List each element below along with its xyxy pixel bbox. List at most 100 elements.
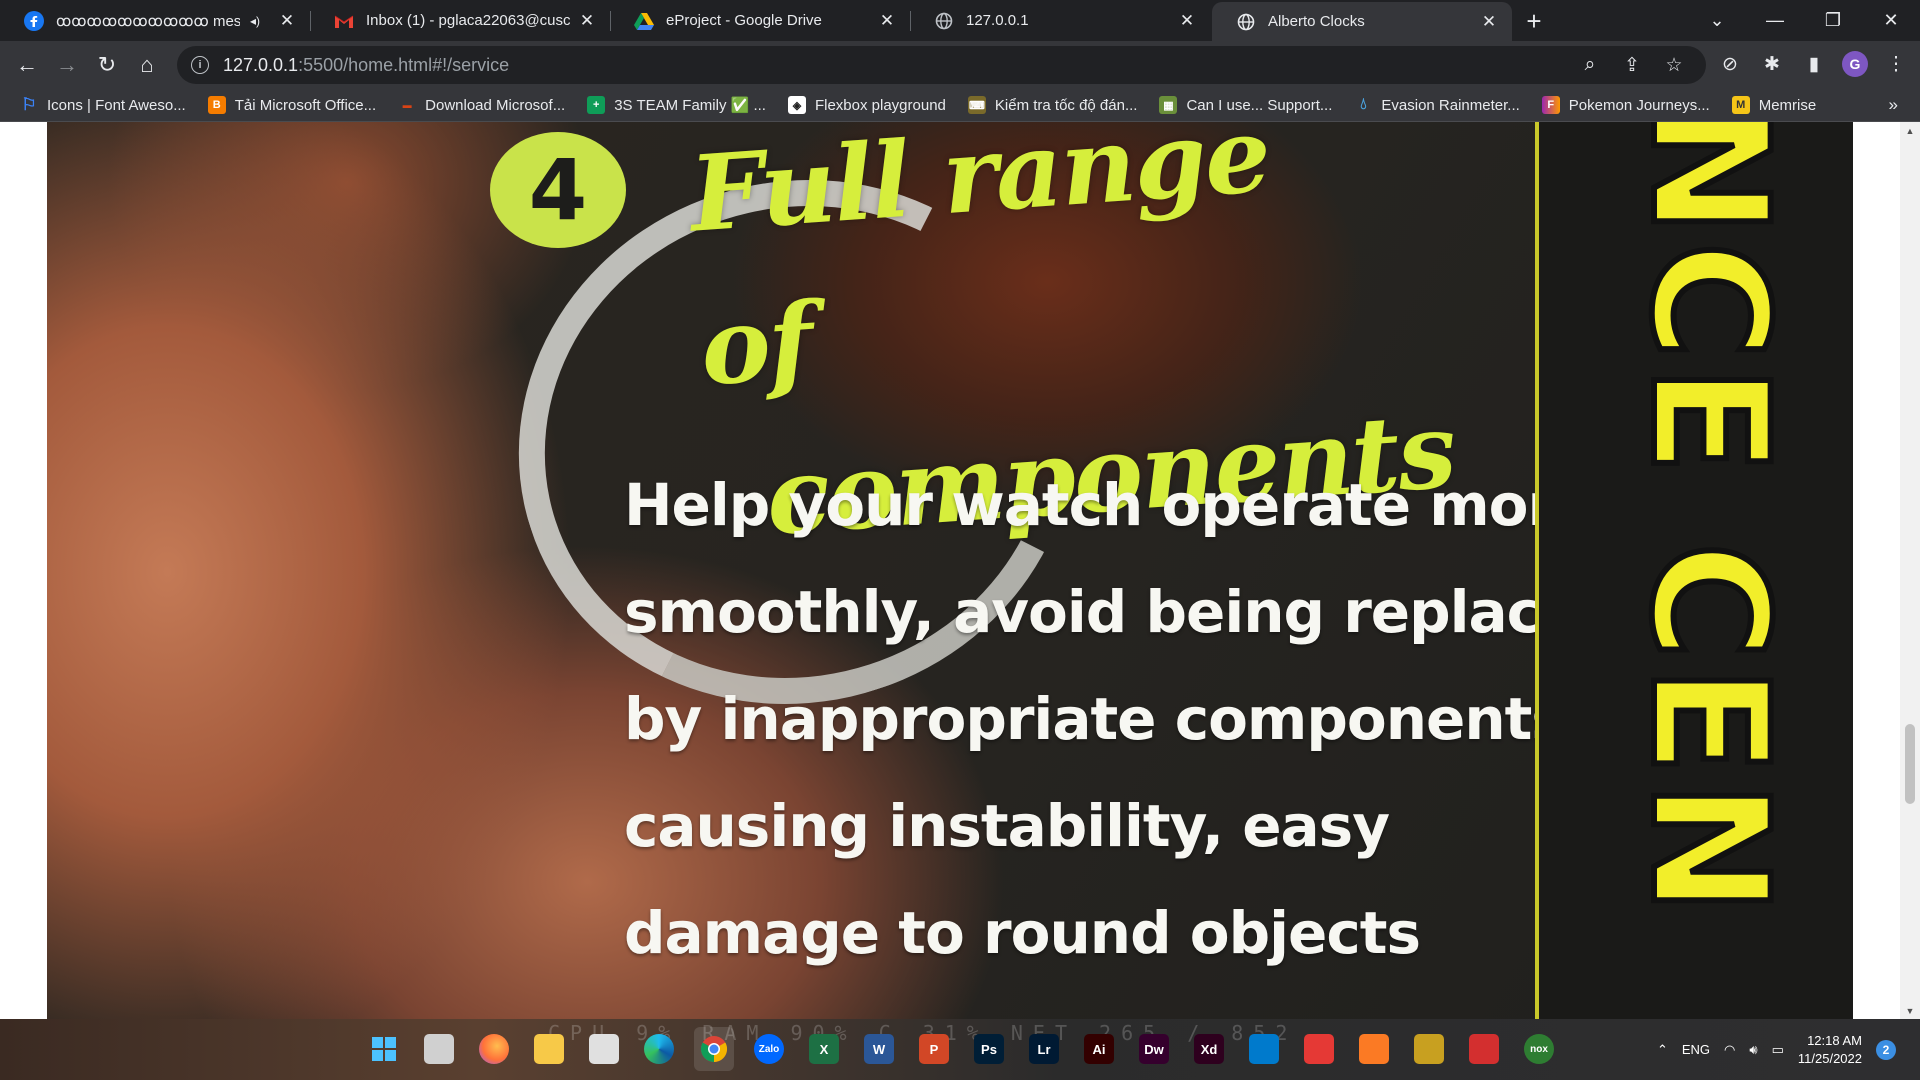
menu-icon[interactable]: ⋮ bbox=[1882, 50, 1910, 78]
close-window-button[interactable]: ✕ bbox=[1862, 0, 1920, 41]
scroll-down-arrow[interactable]: ▼ bbox=[1900, 1002, 1920, 1019]
blogger-icon: B bbox=[207, 96, 226, 114]
home-button[interactable]: ⌂ bbox=[132, 50, 162, 80]
side-panel: NCE CEN bbox=[1539, 122, 1853, 1019]
bookmark-pokemon[interactable]: F Pokemon Journeys... bbox=[1541, 96, 1710, 114]
taskbar-app[interactable] bbox=[529, 1027, 569, 1071]
taskbar-app[interactable]: Xd bbox=[1189, 1027, 1229, 1071]
taskbar-app[interactable]: Dw bbox=[1134, 1027, 1174, 1071]
bookmark-rainmeter[interactable]: 💧︎ Evasion Rainmeter... bbox=[1354, 96, 1520, 114]
pokemon-icon: F bbox=[1541, 96, 1560, 114]
taskbar-app[interactable] bbox=[474, 1027, 514, 1071]
browser-toolbar: ← → ↻ ⌂ i 127.0.0.1:5500/home.html#!/ser… bbox=[0, 41, 1920, 89]
reload-button[interactable]: ↻ bbox=[92, 50, 122, 80]
battery-icon[interactable]: ▭ bbox=[1772, 1042, 1784, 1058]
audio-playing-icon[interactable]: ◂) bbox=[250, 14, 260, 28]
address-bar[interactable]: i 127.0.0.1:5500/home.html#!/service ⌕ ⇪… bbox=[177, 46, 1706, 84]
tab-search-icon[interactable]: ⌄ bbox=[1688, 0, 1746, 41]
tab-google-drive[interactable]: eProject - Google Drive ✕ bbox=[610, 0, 910, 41]
new-tab-button[interactable]: + bbox=[1520, 6, 1548, 36]
file-explorer-icon bbox=[534, 1034, 564, 1064]
page-scrollbar[interactable]: ▲ ▼ bbox=[1900, 122, 1920, 1019]
tab-alberto-clocks[interactable]: Alberto Clocks ✕ bbox=[1212, 2, 1512, 41]
close-tab-icon[interactable]: ✕ bbox=[276, 10, 298, 32]
taskbar-app[interactable] bbox=[639, 1027, 679, 1071]
photoshop-icon: Ps bbox=[974, 1034, 1004, 1064]
sheets-icon: + bbox=[587, 96, 606, 114]
chrome-icon bbox=[699, 1034, 729, 1064]
bookmark-caniuse[interactable]: ▦ Can I use... Support... bbox=[1159, 96, 1332, 114]
extensions-puzzle-icon[interactable]: ✱ bbox=[1758, 50, 1786, 78]
volume-icon[interactable]: 🔊︎ bbox=[1749, 1042, 1757, 1058]
profile-avatar[interactable]: G bbox=[1842, 51, 1868, 77]
taskbar-app[interactable] bbox=[364, 1027, 404, 1071]
taskbar-app[interactable]: P bbox=[914, 1027, 954, 1071]
bookmark-label: Pokemon Journeys... bbox=[1568, 96, 1710, 114]
share-icon[interactable]: ⇪ bbox=[1620, 54, 1644, 77]
bookmark-label: Kiểm tra tốc độ đán... bbox=[994, 96, 1138, 114]
forward-button[interactable]: → bbox=[52, 50, 82, 80]
taskbar-app[interactable]: Zalo bbox=[749, 1027, 789, 1071]
tab-localhost[interactable]: 127.0.0.1 ✕ bbox=[910, 0, 1210, 41]
more-bookmarks-icon[interactable]: » bbox=[1889, 95, 1898, 115]
tray-overflow-icon[interactable]: ⌃ bbox=[1657, 1042, 1668, 1058]
excel-icon: X bbox=[809, 1034, 839, 1064]
bookmark-memrise[interactable]: M Memrise bbox=[1731, 96, 1817, 114]
tab-title: Inbox (1) - pglaca22063@cusc.ctu.edu.vn bbox=[366, 12, 570, 29]
taskbar-app[interactable] bbox=[1409, 1027, 1449, 1071]
vscode-icon bbox=[1249, 1034, 1279, 1064]
tab-strip: ꝏꝏꝏꝏꝏꝏꝏꝏꝏꝏ messaged you ◂) ✕ Inbox (1) -… bbox=[0, 0, 1920, 41]
taskbar-app[interactable] bbox=[1354, 1027, 1394, 1071]
language-indicator[interactable]: ENG bbox=[1682, 1042, 1710, 1057]
typing-icon: ⌨ bbox=[967, 96, 986, 114]
tab-facebook[interactable]: ꝏꝏꝏꝏꝏꝏꝏꝏꝏꝏ messaged you ◂) ✕ bbox=[0, 0, 310, 41]
close-tab-icon[interactable]: ✕ bbox=[1478, 11, 1500, 33]
taskbar-app[interactable] bbox=[584, 1027, 624, 1071]
scrollbar-thumb[interactable] bbox=[1905, 724, 1915, 804]
feature-title-line1: Full range of bbox=[686, 122, 1273, 410]
taskbar-app[interactable]: X bbox=[804, 1027, 844, 1071]
close-tab-icon[interactable]: ✕ bbox=[876, 10, 898, 32]
taskbar-app[interactable]: nox bbox=[1519, 1027, 1559, 1071]
facebook-icon bbox=[24, 10, 44, 31]
bookmark-flexbox[interactable]: ◈ Flexbox playground bbox=[787, 96, 946, 114]
bookmark-download-microsoft[interactable]: ▬ Download Microsof... bbox=[398, 96, 566, 114]
bookmark-3s-team[interactable]: +3S TEAM Family ✅ ... bbox=[587, 96, 766, 114]
taskbar-app[interactable] bbox=[1464, 1027, 1504, 1071]
wifi-icon[interactable]: ◠ bbox=[1724, 1042, 1735, 1058]
taskbar-app[interactable] bbox=[694, 1027, 734, 1071]
bookmark-label: Memrise bbox=[1758, 96, 1817, 114]
taskbar-app[interactable] bbox=[1299, 1027, 1339, 1071]
taskbar-app[interactable]: W bbox=[859, 1027, 899, 1071]
clock[interactable]: 12:18 AM 11/25/2022 bbox=[1798, 1032, 1862, 1068]
site-info-icon[interactable]: i bbox=[191, 56, 209, 74]
nox-icon: nox bbox=[1524, 1034, 1554, 1064]
close-tab-icon[interactable]: ✕ bbox=[576, 10, 598, 32]
taskbar-app[interactable]: Ai bbox=[1079, 1027, 1119, 1071]
restore-button[interactable]: ❐ bbox=[1804, 0, 1862, 41]
taskbar-app[interactable] bbox=[1244, 1027, 1284, 1071]
extension-icon[interactable]: ⊘ bbox=[1716, 50, 1744, 78]
bookmark-typing-test[interactable]: ⌨ Kiểm tra tốc độ đán... bbox=[967, 96, 1138, 114]
bookmark-font-awesome[interactable]: ⚐ Icons | Font Aweso... bbox=[20, 95, 185, 114]
back-button[interactable]: ← bbox=[12, 50, 42, 80]
memrise-icon: M bbox=[1731, 96, 1750, 114]
app-grid-icon bbox=[1304, 1034, 1334, 1064]
google-drive-icon bbox=[634, 11, 654, 31]
taskbar-app[interactable]: Lr bbox=[1024, 1027, 1064, 1071]
notification-badge[interactable]: 2 bbox=[1876, 1039, 1896, 1060]
garena-icon bbox=[1469, 1034, 1499, 1064]
window-controls: ⌄ — ❐ ✕ bbox=[1688, 0, 1920, 41]
close-tab-icon[interactable]: ✕ bbox=[1176, 10, 1198, 32]
bookmark-microsoft-office[interactable]: B Tải Microsoft Office... bbox=[207, 96, 376, 114]
scroll-up-arrow[interactable]: ▲ bbox=[1900, 122, 1920, 139]
taskbar-app[interactable] bbox=[419, 1027, 459, 1071]
bookmark-star-icon[interactable]: ☆ bbox=[1662, 54, 1686, 77]
taskbar-app[interactable]: Ps bbox=[969, 1027, 1009, 1071]
side-panel-icon[interactable]: ▮ bbox=[1800, 50, 1828, 78]
zoom-icon[interactable]: ⌕ bbox=[1578, 54, 1602, 76]
bookmark-label: Can I use... Support... bbox=[1186, 96, 1333, 114]
tab-gmail[interactable]: Inbox (1) - pglaca22063@cusc.ctu.edu.vn … bbox=[310, 0, 610, 41]
minimize-button[interactable]: — bbox=[1746, 0, 1804, 41]
xampp-icon bbox=[1359, 1034, 1389, 1064]
